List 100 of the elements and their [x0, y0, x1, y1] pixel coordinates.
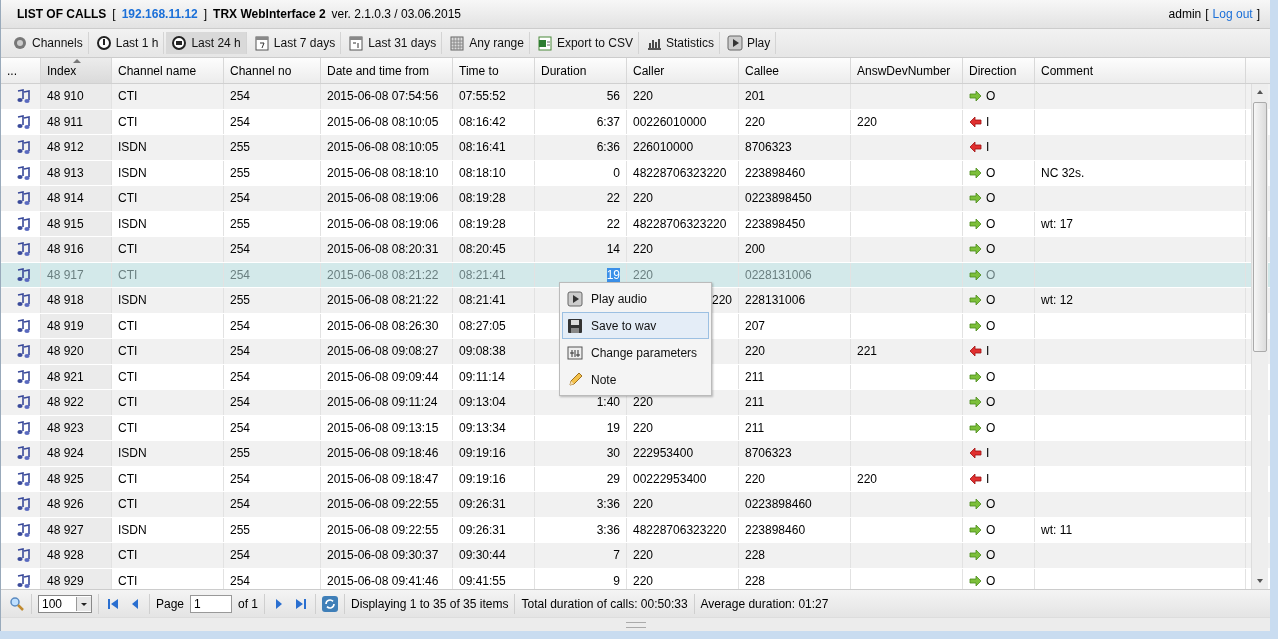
toolbar-button[interactable]: Play: [721, 32, 777, 54]
notes-icon[interactable]: [15, 317, 31, 334]
notes-icon[interactable]: [15, 266, 31, 283]
right-arrow-icon: [969, 268, 982, 281]
left-arrow-icon: [969, 115, 982, 128]
column-header[interactable]: Time to: [453, 58, 535, 83]
caret-icon[interactable]: [76, 596, 91, 611]
menu-item[interactable]: Play audio: [562, 285, 709, 312]
toolbar-button[interactable]: Export to CSV: [531, 32, 639, 54]
table-cell: 2015-06-08 09:18:47: [327, 471, 439, 486]
table-cell: 2015-06-08 08:21:22: [327, 293, 439, 308]
column-header[interactable]: Direction: [963, 58, 1035, 83]
right-arrow-icon: [969, 192, 982, 205]
column-header[interactable]: Index: [41, 58, 112, 83]
notes-icon[interactable]: [15, 572, 31, 589]
table-cell: 48 919: [47, 318, 84, 333]
notes-icon[interactable]: [15, 521, 31, 538]
calendar-icon: [449, 35, 466, 51]
table-cell: 48 912: [47, 140, 84, 155]
table-cell: CTI: [118, 497, 138, 512]
scroll-down-icon[interactable]: [1255, 577, 1265, 585]
column-header[interactable]: AnswDevNumber: [851, 58, 963, 83]
table-cell: 220: [633, 242, 654, 257]
toolbar-button[interactable]: Last 24 h: [166, 32, 247, 54]
table-cell: 7: [613, 548, 620, 563]
scrollbar[interactable]: [1251, 84, 1268, 589]
column-header[interactable]: Comment: [1035, 58, 1246, 83]
menu-item[interactable]: Save to wav: [562, 312, 709, 339]
column-header[interactable]: Date and time from: [321, 58, 453, 83]
notes-icon[interactable]: [15, 470, 31, 487]
column-header[interactable]: Callee: [739, 58, 851, 83]
scroll-up-icon[interactable]: [1255, 88, 1265, 96]
table-cell: wt: 12: [1041, 293, 1073, 308]
toolbar-button[interactable]: Last 1 h: [90, 32, 165, 54]
page-size-select[interactable]: 100: [38, 594, 92, 613]
notes-icon[interactable]: [15, 292, 31, 309]
notes-icon[interactable]: [15, 190, 31, 207]
table-cell: 201: [745, 89, 766, 104]
toolbar-button[interactable]: Last 31 days: [343, 32, 443, 54]
table-cell: 48 911: [47, 114, 83, 129]
page-field[interactable]: 1: [190, 594, 233, 613]
right-arrow-icon: [969, 90, 982, 103]
notes-icon[interactable]: [15, 445, 31, 462]
toolbar-button[interactable]: Last 7 days: [248, 32, 342, 54]
table-cell: CTI: [118, 267, 138, 282]
direction-text: O: [986, 216, 996, 231]
notes-icon[interactable]: [15, 215, 31, 232]
column-header[interactable]: Caller: [627, 58, 739, 83]
table-cell: 255: [230, 216, 251, 231]
table-cell: 2015-06-08 08:26:30: [327, 318, 439, 333]
refresh-icon[interactable]: [322, 595, 339, 612]
notes-icon[interactable]: [15, 419, 31, 436]
toolbar-button[interactable]: Channels: [7, 32, 89, 54]
calendar-icon: [253, 35, 270, 51]
right-arrow-icon: [969, 294, 982, 307]
table-cell: 226010000: [633, 140, 694, 155]
direction-text: I: [986, 344, 990, 359]
resize-handle[interactable]: [625, 621, 646, 628]
table-cell: 08:18:10: [459, 165, 506, 180]
table-cell: 08:16:41: [459, 140, 506, 155]
direction-text: I: [986, 446, 990, 461]
notes-icon[interactable]: [15, 88, 31, 105]
table-cell: 08:21:41: [459, 267, 506, 282]
right-arrow-icon: [969, 523, 982, 536]
table-cell: 207: [745, 318, 766, 333]
notes-icon[interactable]: [15, 241, 31, 258]
direction-text: O: [986, 573, 996, 588]
toolbar-button[interactable]: Statistics: [640, 32, 720, 54]
notes-icon[interactable]: [15, 164, 31, 181]
table-cell: wt: 17: [1041, 216, 1073, 231]
table-cell: 08:19:28: [459, 216, 506, 231]
logout-link[interactable]: Log out: [1212, 7, 1253, 21]
bracket: [: [112, 7, 116, 21]
notes-icon[interactable]: [15, 113, 31, 130]
table-cell: 48228706323220: [633, 216, 727, 231]
table-cell: 2015-06-08 08:19:06: [327, 191, 439, 206]
notes-icon[interactable]: [15, 496, 31, 513]
table-cell: 2015-06-08 08:18:10: [327, 165, 439, 180]
table-cell: 254: [230, 89, 251, 104]
toolbar-button[interactable]: Any range: [444, 32, 530, 54]
column-header[interactable]: Channel name: [112, 58, 224, 83]
notes-icon[interactable]: [15, 394, 31, 411]
notes-icon[interactable]: [15, 139, 31, 156]
table-cell: 22: [606, 216, 620, 231]
menu-item[interactable]: Note: [562, 366, 709, 393]
table-cell: 220: [633, 548, 654, 563]
table-cell: 2015-06-08 09:08:27: [327, 344, 439, 359]
table-cell: 220: [857, 471, 878, 486]
notes-icon[interactable]: [15, 343, 31, 360]
search-icon[interactable]: [9, 595, 25, 612]
notes-icon[interactable]: [15, 547, 31, 564]
host-link[interactable]: 192.168.11.12: [121, 7, 198, 21]
column-header[interactable]: Duration: [535, 58, 627, 83]
column-header[interactable]: Channel no: [224, 58, 321, 83]
table-cell: 2015-06-08 09:11:24: [327, 395, 438, 410]
notes-icon[interactable]: [15, 368, 31, 385]
page-title: LIST OF CALLS: [17, 7, 107, 21]
table-cell: 254: [230, 497, 251, 512]
table-cell: 48 916: [47, 242, 84, 257]
menu-item[interactable]: Change parameters: [562, 339, 709, 366]
